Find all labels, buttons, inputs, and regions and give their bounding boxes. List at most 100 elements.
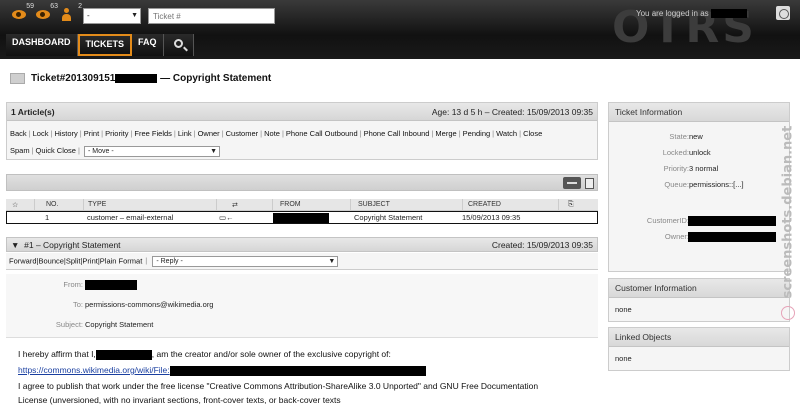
redacted-name [95,349,152,360]
search-icon [173,39,183,48]
redacted-username [710,9,747,19]
action-watch[interactable]: Watch [496,129,517,138]
reply-select[interactable]: - Reply - ▼ [152,256,339,267]
watermark-logo-icon [781,306,795,320]
page-title: Ticket#201309151 — Copyright Statement [31,73,271,84]
separator: | [28,129,31,138]
nav-search[interactable] [163,34,194,56]
move-select[interactable]: - Move - ▼ [84,145,221,157]
queue-value[interactable]: permissions::[...] [689,180,744,189]
expand-view-icon[interactable] [584,177,595,189]
incoming-arrow-icon: ▭← [219,213,234,222]
article-meta: From: To: permissions-commons@wikimedia.o… [6,274,598,338]
watermark-text: screenshots.debian.net [780,125,796,299]
ticket-icon [10,73,25,84]
nav-dashboard[interactable]: DASHBOARD [6,34,78,56]
nav-faq[interactable]: FAQ [132,34,164,56]
age-created: Age: 13 d 5 h – Created: 15/09/2013 09:3… [431,106,593,117]
separator: | [458,129,461,138]
action-print[interactable]: Print [84,129,99,138]
star-icon[interactable]: ☆ [12,201,18,209]
separator: | [31,146,34,155]
body-text: License (unversioned, with no invariant … [18,395,341,405]
body-text: I hereby affirm that I, [18,349,96,359]
action-spam[interactable]: Spam [10,146,30,155]
action-quick-close[interactable]: Quick Close [36,146,76,155]
to-label: To: [72,300,83,309]
queue-select[interactable]: - ▼ [83,8,141,24]
queue-select-value: - [87,11,90,20]
subject-label: Subject: [55,320,83,329]
person-icon[interactable]: 2 [58,3,82,23]
article-heading-text: #1 – Copyright Statement [24,239,121,250]
separator: | [130,129,133,138]
priority-label: Priority: [663,164,689,173]
top-header: 59 63 2 -▼ OTRS You are logged in as DAS… [0,0,800,59]
action-link[interactable]: Link [178,129,192,138]
separator: | [221,129,224,138]
col-from[interactable]: FROM [280,201,301,208]
file-link[interactable]: https://commons.wikimedia.org/wiki/File: [18,365,170,375]
linked-objects-title[interactable]: Linked Objects [609,328,789,347]
logout-icon[interactable] [776,6,790,20]
action-priority[interactable]: Priority [105,129,128,138]
separator: | [519,129,522,138]
action-pending[interactable]: Pending [463,129,491,138]
article-action-print[interactable]: Print [82,256,97,265]
article-action-split[interactable]: Split [66,256,81,265]
redacted-customer-id [688,216,776,226]
nav-tickets[interactable]: TICKETS [77,34,133,56]
eye-icon[interactable]: 63 [34,3,58,23]
logged-in-text: You are logged in as [636,9,747,19]
action-phone-call-outbound[interactable]: Phone Call Outbound [286,129,358,138]
article-action-plain-format[interactable]: Plain Format [100,256,143,265]
customer-id-label: CustomerID: [646,216,689,225]
action-customer[interactable]: Customer [226,129,259,138]
col-created[interactable]: CREATED [468,201,501,208]
title-number: Ticket#201309151 [31,73,116,84]
direction-icon: ⇄ [232,202,238,209]
logged-in-label: You are logged in as [636,9,709,18]
state-value: new [689,132,703,141]
article-actions: Forward|Bounce|Split|Print|Plain Format |… [6,253,598,270]
title-subject: — Copyright Statement [160,73,272,84]
article-body: I hereby affirm that I, , am the creator … [18,346,598,406]
redacted-filename [169,365,426,376]
col-type[interactable]: TYPE [88,201,106,208]
queue-label: Queue: [664,180,689,189]
separator: | [359,129,362,138]
action-lock[interactable]: Lock [33,129,49,138]
subject-value: Copyright Statement [85,320,154,329]
article-table-header: ☆ NO. TYPE ⇄ FROM SUBJECT CREATED ⎘ [6,199,598,211]
separator: | [193,129,196,138]
article-heading[interactable]: ▼ #1 – Copyright Statement [11,240,121,250]
eye-icon[interactable]: 59 [10,3,34,23]
article-action-forward[interactable]: Forward [9,256,37,265]
ticket-actions: Back | Lock | History | Print | Priority | Free Fi… [10,129,543,157]
article-action-bounce[interactable]: Bounce [38,256,63,265]
header-counters: 59 63 2 [10,3,82,23]
linked-objects-panel: Linked Objects none [608,327,790,371]
action-phone-call-inbound[interactable]: Phone Call Inbound [364,129,430,138]
ticket-information-title[interactable]: Ticket Information [609,103,789,122]
counter-badge: 63 [50,3,58,10]
action-close[interactable]: Close [523,129,542,138]
ticket-search-input[interactable] [148,8,275,24]
col-subject[interactable]: SUBJECT [358,201,390,208]
action-history[interactable]: History [54,129,77,138]
redacted-ticket-number [115,73,158,83]
action-free-fields[interactable]: Free Fields [134,129,172,138]
separator: | [281,129,284,138]
action-merge[interactable]: Merge [435,129,456,138]
action-note[interactable]: Note [264,129,280,138]
move-select-value: - Move - [88,147,114,155]
counter-badge: 59 [26,3,34,10]
separator: | [101,129,104,138]
article-box-header: 1 Article(s) Age: 13 d 5 h – Created: 15… [7,103,597,121]
action-back[interactable]: Back [10,129,27,138]
action-owner[interactable]: Owner [198,129,220,138]
collapse-view-icon[interactable] [563,177,581,189]
table-row[interactable]: 1 customer – email-external ▭← Copyright… [6,211,598,224]
col-no[interactable]: NO. [46,201,58,208]
customer-information-title[interactable]: Customer Information [609,279,789,298]
